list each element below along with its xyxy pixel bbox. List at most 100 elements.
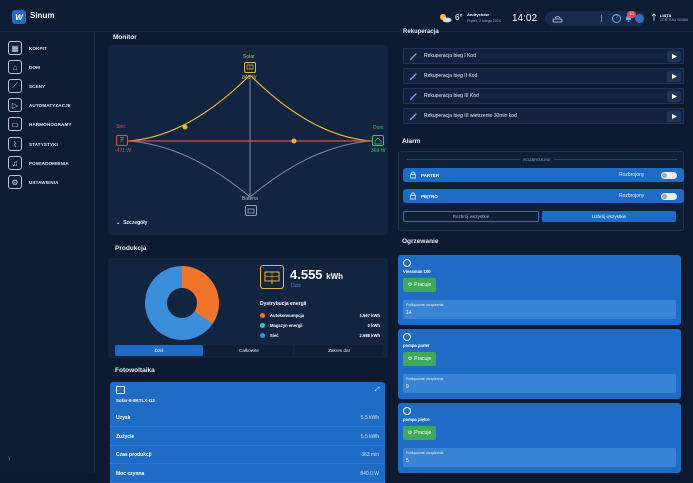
alarm-toggle[interactable]	[661, 192, 677, 200]
heating-device-name: pompa parter	[403, 343, 430, 348]
expand-icon[interactable]: ⤢	[375, 387, 380, 394]
heating-status-button[interactable]: ⚙ Pracuje	[403, 278, 436, 292]
alarm-zone-name: PARTER	[421, 172, 440, 178]
recuperation-scene-row[interactable]: Rekuperacja bieg I Kod	[403, 48, 684, 64]
pv-row-label: Czas produkcji	[116, 452, 152, 458]
recuperation-scene-label: Rekuperacja bieg I Kod	[424, 53, 476, 59]
pv-row: Moc czynna 840.0 W	[110, 464, 385, 483]
sidebar-item-label: AUTOMATYZACJE	[29, 102, 71, 108]
wand-icon: ⟋	[8, 79, 22, 93]
alarm-zone-state: Rozbrojony	[619, 172, 645, 178]
solar-label: Solar	[243, 54, 255, 60]
play-button[interactable]	[667, 91, 681, 102]
recuperation-scene-row[interactable]: Rekuperacja bieg II Kod	[403, 68, 684, 84]
alarm-zone-row[interactable]: PIĘTRO Rozbrojony	[403, 189, 684, 203]
heating-status-button[interactable]: ⚙ Pracuje	[403, 426, 436, 440]
home-value: 369 W	[371, 148, 386, 154]
play-button[interactable]	[667, 51, 681, 62]
sidebar-item-kokpit[interactable]: ▦ KOKPIT	[8, 40, 47, 56]
collapse-sidebar-icon[interactable]: ›	[8, 456, 16, 464]
tab-today[interactable]: Dziś	[115, 345, 203, 356]
sidebar: ▦ KOKPIT ⌂ DOM ⟋ SCENY ▷ AUTOMATYZACJE ▭ HARMONOG…	[0, 32, 95, 473]
heating-device-card[interactable]: Viessman 100 ⚙ Pracuje Podłączone urządzeni…	[398, 255, 681, 325]
help-icon[interactable]: ?	[612, 14, 621, 23]
recuperation-scene-row[interactable]: Rekuperacja bieg III wietrzenie 30min ko…	[403, 108, 684, 124]
details-label: Szczegóły	[123, 220, 148, 226]
brand-name: Sinum	[30, 11, 55, 20]
lock-icon	[409, 171, 417, 179]
disarm-all-button[interactable]: Rozbrój wszystkie	[403, 211, 539, 222]
sidebar-item-label: HARMONOGRAMY	[29, 121, 72, 127]
calendar-icon: ▭	[8, 117, 22, 131]
chevron-down-icon: ⌄	[116, 220, 121, 226]
clock-time: 14:02	[512, 13, 538, 24]
distribution-title: Dystrybucja energii	[260, 301, 307, 307]
tab-total[interactable]: Całkowite	[205, 345, 293, 356]
alarm-zone-row[interactable]: PARTER Rozbrojony	[403, 168, 684, 182]
sidebar-item-harmonogramy[interactable]: ▭ HARMONOGRAMY	[8, 116, 72, 132]
sidebar-item-dom[interactable]: ⌂ DOM	[8, 59, 40, 75]
recuperation-scene-label: Rekuperacja bieg III wietrzenie 30min ko…	[424, 113, 517, 119]
pv-row-value: 5.5 kWh	[360, 415, 379, 421]
sidebar-item-powiadomienia[interactable]: ♫ POWIADOMIENIA	[8, 155, 69, 171]
alarm-toggle[interactable]	[661, 171, 677, 179]
sinum-logo-icon: W	[12, 10, 26, 24]
sidebar-item-automatyzacje[interactable]: ▷ AUTOMATYZACJE	[8, 97, 71, 113]
heat-pump-icon	[403, 259, 411, 267]
sidebar-item-ustawienia[interactable]: ⚙ USTAWIENIA	[8, 174, 59, 190]
temperature-value: 6°	[455, 13, 463, 22]
details-toggle[interactable]: ⌄ Szczegóły	[116, 220, 147, 226]
tab-date-range[interactable]: Zakres dat	[295, 345, 383, 356]
sidebar-item-label: DOM	[29, 64, 41, 70]
central-list-icon[interactable]	[651, 13, 657, 22]
sidebar-item-label: STATYSTYKI	[29, 141, 58, 147]
pv-row-value: 5.5 kWh	[360, 433, 379, 440]
heating-device-card[interactable]: pompa piętro ⚙ Pracuje Podłączone urządzeni…	[398, 403, 681, 473]
sidebar-item-label: USTAWIENIA	[29, 179, 59, 185]
solar-value: 840 W	[242, 75, 257, 81]
heating-device-name: pompa piętro	[403, 417, 430, 422]
central-list-sub[interactable]: CENTRALI SINUM	[660, 18, 688, 22]
grid-label: Sieć	[116, 124, 126, 130]
lock-icon	[409, 192, 417, 200]
sidebar-item-statystyki[interactable]: ⌇ STATYSTYKI	[8, 136, 58, 152]
toggle-knob	[662, 172, 667, 178]
recuperation-scene-label: Rekuperacja bieg II Kod	[424, 73, 478, 79]
solar-panel-icon[interactable]	[244, 62, 256, 73]
home-icon[interactable]	[372, 135, 384, 146]
battery-label: Bateria	[242, 196, 258, 202]
pencil-icon	[409, 52, 418, 61]
sidebar-item-sceny[interactable]: ⟋ SCENY	[8, 78, 45, 94]
heating-status-button[interactable]: ⚙ Pracuje	[403, 352, 436, 366]
recuperation-scene-label: Rekuperacja bieg III Kod	[424, 93, 479, 99]
heating-status-label: Pracuje	[414, 430, 432, 436]
play-button[interactable]	[667, 111, 681, 122]
legend-value: 0 kWh	[367, 322, 380, 328]
router-icon	[552, 14, 563, 23]
legend-dot	[260, 313, 265, 318]
grid-icon: ▦	[8, 41, 22, 55]
home-label: Dom	[373, 125, 384, 131]
gear-icon: ⚙	[407, 282, 413, 288]
recuperation-scene-row[interactable]: Rekuperacja bieg III Kod	[403, 88, 684, 104]
location-name: Andrychów	[467, 12, 489, 17]
chart-icon: ⌇	[8, 137, 22, 151]
pv-row-label: Zużycie	[116, 433, 135, 440]
play-button[interactable]	[667, 71, 681, 82]
grid-value: -471 W	[115, 148, 132, 154]
home-icon: ⌂	[8, 60, 22, 74]
recuperation-title: Rekuperacja	[403, 29, 439, 35]
production-panel: 4.555 kWh Dziś Dystrybucja energii Autok…	[108, 258, 388, 358]
arm-all-button[interactable]: Uzbrój wszystkie	[542, 211, 676, 222]
gear-icon: ⚙	[8, 175, 22, 189]
pv-row-value: 840.0 W	[360, 470, 379, 477]
heating-device-card[interactable]: pompa parter ⚙ Pracuje Podłączone urządzeni…	[398, 329, 681, 399]
grid-tower-icon[interactable]: ₮	[116, 135, 128, 146]
status-pill[interactable]: ? 10	[545, 11, 645, 26]
battery-icon[interactable]	[245, 205, 257, 216]
alarm-zone-state: Rozbrojony	[619, 193, 645, 199]
heat-pump-icon	[403, 333, 411, 341]
user-avatar-icon[interactable]	[635, 14, 644, 23]
connected-devices-count: 9	[406, 384, 409, 390]
sidebar-item-label: POWIADOMIENIA	[29, 160, 69, 166]
